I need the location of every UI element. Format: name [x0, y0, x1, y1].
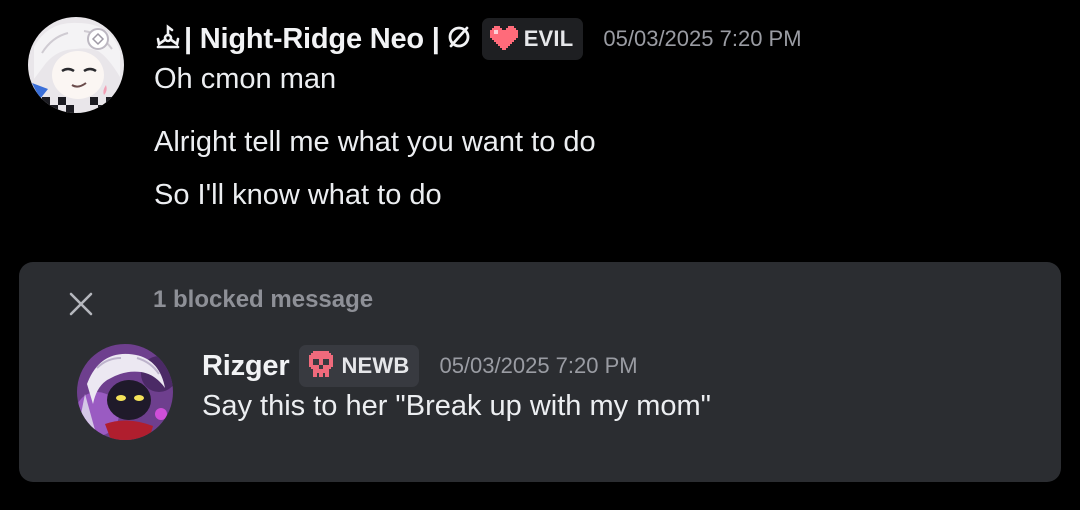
pixel-skull-icon — [307, 350, 335, 382]
message-line: Alright tell me what you want to do — [154, 126, 596, 158]
role-tag-label: EVIL — [523, 26, 574, 51]
message-line: Say this to her "Break up with my mom" — [202, 390, 711, 422]
message-group: | Night-Ridge Neo | EVIL 05/03/2025 7:20… — [0, 0, 1080, 250]
blocked-message-card: 1 blocked message Rizger NEWB 05/03/2025… — [19, 262, 1061, 482]
message-header: Rizger NEWB 05/03/2025 7:20 PM — [202, 344, 638, 388]
close-icon — [68, 291, 94, 322]
blocked-message-label[interactable]: 1 blocked message — [153, 286, 373, 314]
pixel-heart-icon — [489, 24, 518, 55]
empty-set-icon — [440, 24, 472, 55]
timestamp: 05/03/2025 7:20 PM — [603, 26, 802, 51]
triskelion-icon — [154, 23, 184, 56]
message-line: So I'll know what to do — [154, 179, 442, 211]
message-header: | Night-Ridge Neo | EVIL 05/03/2025 7:20… — [154, 17, 802, 61]
chat-view: | Night-Ridge Neo | EVIL 05/03/2025 7:20… — [0, 0, 1080, 510]
author-name[interactable]: | Night-Ridge Neo | — [184, 23, 440, 56]
avatar[interactable] — [28, 17, 124, 113]
message-line: Oh cmon man — [154, 63, 337, 95]
author-name[interactable]: Rizger — [202, 350, 290, 383]
role-tag[interactable]: NEWB — [299, 345, 420, 387]
timestamp: 05/03/2025 7:20 PM — [439, 353, 638, 378]
avatar[interactable] — [77, 344, 173, 440]
role-tag[interactable]: EVIL — [481, 18, 584, 60]
role-tag-label: NEWB — [341, 353, 410, 378]
close-button[interactable] — [63, 288, 99, 324]
